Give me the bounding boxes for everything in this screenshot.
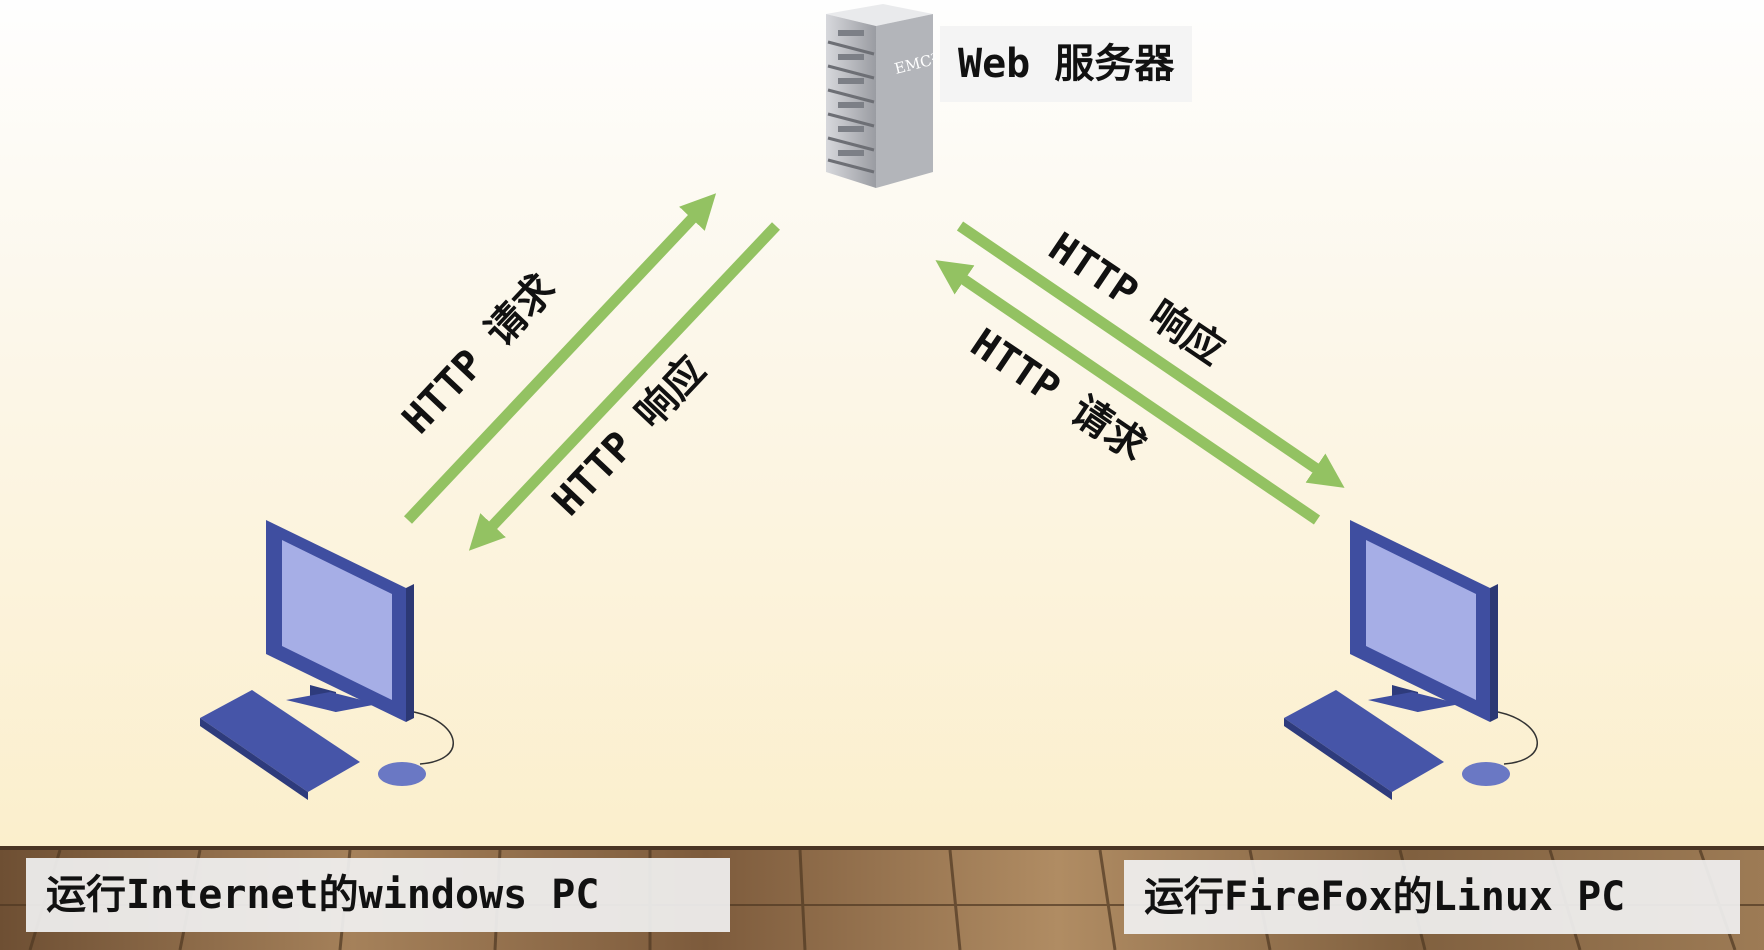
server-label: Web 服务器: [940, 26, 1193, 102]
diagram-canvas: EMC² HTTP 请求 HTTP 响应 HTTP 响应 HTTP 请求 Web…: [0, 0, 1764, 950]
right-client-caption: 运行FireFox的Linux PC: [1124, 860, 1740, 934]
web-server-icon: EMC²: [826, 4, 939, 188]
left-request-label: HTTP 请求: [394, 265, 565, 442]
left-client-caption: 运行Internet的windows PC: [26, 858, 730, 932]
arrows: [403, 193, 1345, 551]
left-computer-icon: [200, 520, 454, 800]
right-computer-icon: [1284, 520, 1538, 800]
diagram-svg: EMC² HTTP 请求 HTTP 响应 HTTP 响应 HTTP 请求: [0, 4, 1764, 950]
